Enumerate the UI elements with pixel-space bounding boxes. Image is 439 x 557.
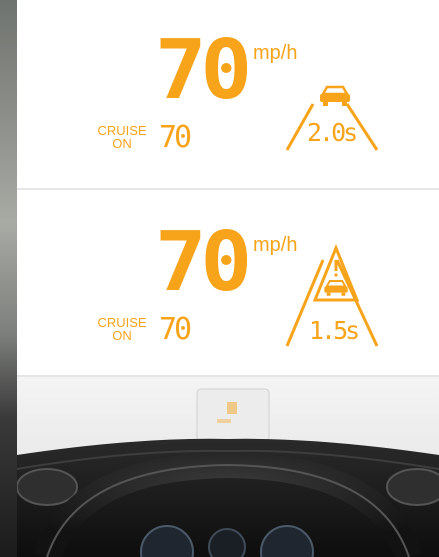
speed-unit: mp/h <box>253 42 298 64</box>
gap-time-readout: 1.5s <box>309 316 360 345</box>
cruise-state-text: ON <box>112 328 132 343</box>
gap-time-readout: 2.0s <box>307 118 358 147</box>
hud-display-normal: 70 mp/h CRUISE ON 70 2.0s <box>17 0 439 190</box>
cruise-state-text: ON <box>112 136 132 151</box>
speed-readout: 70 <box>154 215 252 310</box>
speed-readout: 70 <box>154 23 252 118</box>
cruise-label: CRUISE ON <box>87 124 157 150</box>
cruise-set-speed: 70 <box>159 120 192 155</box>
cruise-label: CRUISE ON <box>87 316 157 342</box>
dashboard-photo <box>17 377 439 557</box>
car-ahead-icon <box>324 280 348 296</box>
cruise-set-speed: 70 <box>159 312 192 347</box>
hud-display-alert: 70 mp/h CRUISE ON 70 1.5s <box>17 190 439 377</box>
windshield-photo-edge <box>0 0 17 557</box>
dashboard-illustration <box>17 377 439 557</box>
car-ahead-icon <box>320 85 350 106</box>
